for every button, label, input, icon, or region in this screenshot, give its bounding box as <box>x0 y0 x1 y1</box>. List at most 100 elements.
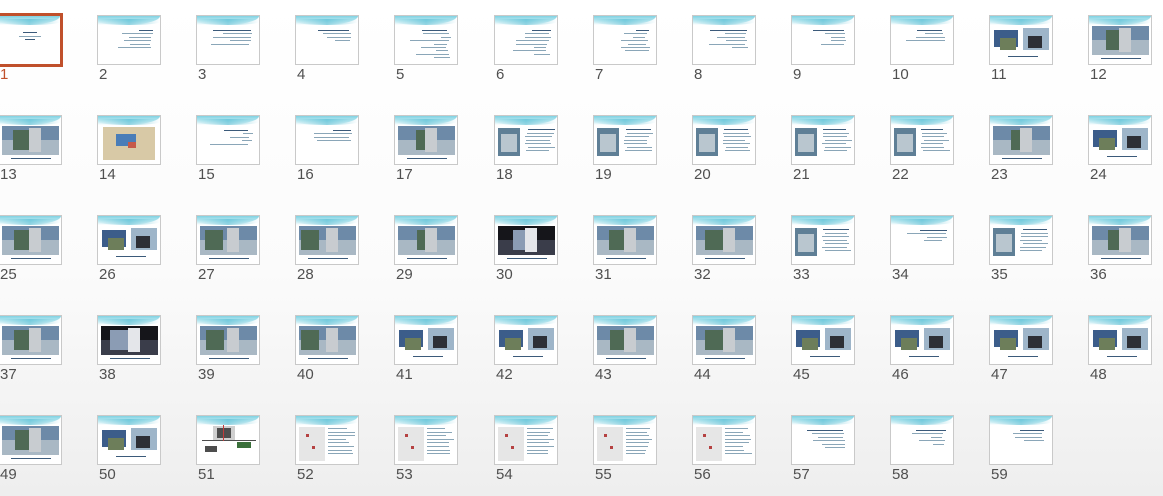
slide-thumbnail-36[interactable]: 36 <box>1088 215 1154 285</box>
slide-thumbnail-41[interactable]: 41 <box>394 315 460 385</box>
slide-thumbnail-32[interactable]: 32 <box>692 215 758 285</box>
slide-thumbnail-2[interactable]: 2 <box>97 15 163 85</box>
slide-thumbnail-27[interactable]: 27 <box>196 215 262 285</box>
slide-thumbnail-9[interactable]: 9 <box>791 15 857 85</box>
text-line <box>427 453 450 455</box>
text-line <box>527 453 548 455</box>
slide-thumbnail-47[interactable]: 47 <box>989 315 1055 385</box>
slide-thumbnail-52[interactable]: 52 <box>295 415 361 485</box>
slide-thumbnail-20[interactable]: 20 <box>692 115 758 185</box>
slide-thumbnail-30[interactable]: 30 <box>494 215 560 285</box>
slide-thumbnail-8[interactable]: 8 <box>692 15 758 85</box>
slide-thumbnail-25[interactable]: 25 <box>0 215 64 285</box>
slide-image <box>525 228 537 252</box>
slide-thumbnail-46[interactable]: 46 <box>890 315 956 385</box>
slide-thumbnail-51[interactable]: 51 <box>196 415 262 485</box>
slide-thumbnail-29[interactable]: 29 <box>394 215 460 285</box>
slide-thumbnail-35[interactable]: 35 <box>989 215 1055 285</box>
slide-thumbnail-33[interactable]: 33 <box>791 215 857 285</box>
text-line <box>825 243 849 244</box>
slide-image <box>301 330 319 350</box>
slide-thumbnail-18[interactable]: 18 <box>494 115 560 185</box>
slide-thumbnail-28[interactable]: 28 <box>295 215 361 285</box>
text-line <box>314 133 352 135</box>
slide-thumbnail-54[interactable]: 54 <box>494 415 560 485</box>
slide-thumbnail-38[interactable]: 38 <box>97 315 163 385</box>
slide-thumbnail-4[interactable]: 4 <box>295 15 361 85</box>
slide-header-wave-stripe <box>495 219 557 225</box>
slide-thumbnail-42[interactable]: 42 <box>494 315 560 385</box>
slide-thumbnail-58[interactable]: 58 <box>890 415 956 485</box>
text-line <box>407 258 447 259</box>
slide-thumbnail-19[interactable]: 19 <box>593 115 659 185</box>
slide-header-wave-stripe <box>197 119 259 125</box>
text-line <box>1008 356 1038 357</box>
slide-thumbnail-57[interactable]: 57 <box>791 415 857 485</box>
slide-sorter-panel[interactable]: 1 2 3 4 5 6 7 8 9 10 11 12 13 14 15 16 17 18 19 20 21 22 23 24 2… <box>0 0 1163 496</box>
slide-thumbnail-26[interactable]: 26 <box>97 215 163 285</box>
slide-thumbnail-45[interactable]: 45 <box>791 315 857 385</box>
slide-thumbnail-14[interactable]: 14 <box>97 115 163 185</box>
slide-thumbnail-39[interactable]: 39 <box>196 315 262 385</box>
slide-thumbnail-24[interactable]: 24 <box>1088 115 1154 185</box>
text-line <box>812 433 844 435</box>
slide-thumbnail-11[interactable]: 11 <box>989 15 1055 85</box>
slide-image <box>128 142 136 148</box>
slide-thumbnail-40[interactable]: 40 <box>295 315 361 385</box>
text-line <box>916 36 945 38</box>
slide-preview <box>0 115 62 165</box>
text-line <box>822 246 847 248</box>
slide-thumbnail-44[interactable]: 44 <box>692 315 758 385</box>
slide-thumbnail-10[interactable]: 10 <box>890 15 956 85</box>
slide-header-wave-stripe <box>693 119 755 125</box>
slide-thumbnail-43[interactable]: 43 <box>593 315 659 385</box>
slide-thumbnail-1[interactable]: 1 <box>0 13 64 85</box>
text-line <box>328 449 352 451</box>
slide-thumbnail-59[interactable]: 59 <box>989 415 1055 485</box>
slide-preview <box>295 315 359 365</box>
slide-thumbnail-17[interactable]: 17 <box>394 115 460 185</box>
slide-thumbnail-3[interactable]: 3 <box>196 15 262 85</box>
slide-thumbnail-55[interactable]: 55 <box>593 415 659 485</box>
slide-thumbnail-22[interactable]: 22 <box>890 115 956 185</box>
slide-thumbnail-34[interactable]: 34 <box>890 215 956 285</box>
slide-thumbnail-37[interactable]: 37 <box>0 315 64 385</box>
slide-thumbnail-12[interactable]: 12 <box>1088 15 1154 85</box>
text-line <box>705 358 745 359</box>
slide-thumbnail-15[interactable]: 15 <box>196 115 262 185</box>
slide-image <box>301 230 319 250</box>
text-line <box>25 39 35 40</box>
slide-image <box>929 336 943 348</box>
slide-thumbnail-13[interactable]: 13 <box>0 115 64 185</box>
slide-header-wave-stripe <box>891 19 953 25</box>
text-line <box>427 435 446 437</box>
slide-preview <box>791 415 855 465</box>
slide-thumbnail-16[interactable]: 16 <box>295 115 361 185</box>
slide-thumbnail-5[interactable]: 5 <box>394 15 460 85</box>
slide-number: 20 <box>694 166 711 183</box>
text-line <box>725 428 748 429</box>
slide-thumbnail-6[interactable]: 6 <box>494 15 560 85</box>
slide-thumbnail-49[interactable]: 49 <box>0 415 64 485</box>
slide-thumbnail-23[interactable]: 23 <box>989 115 1055 185</box>
slide-number: 59 <box>991 466 1008 483</box>
slide-thumbnail-7[interactable]: 7 <box>593 15 659 85</box>
slide-thumbnail-50[interactable]: 50 <box>97 415 163 485</box>
slide-image <box>223 425 224 441</box>
text-line <box>921 129 943 130</box>
slide-thumbnail-56[interactable]: 56 <box>692 415 758 485</box>
slide-preview <box>196 215 260 265</box>
slide-image <box>699 134 715 152</box>
slide-thumbnail-53[interactable]: 53 <box>394 415 460 485</box>
slide-number: 24 <box>1090 166 1107 183</box>
text-line <box>626 431 647 433</box>
slide-thumbnail-21[interactable]: 21 <box>791 115 857 185</box>
slide-number: 32 <box>694 266 711 283</box>
slide-preview <box>295 215 359 265</box>
slide-thumbnail-48[interactable]: 48 <box>1088 315 1154 385</box>
text-line <box>1107 156 1137 157</box>
slide-image <box>610 446 613 449</box>
slide-preview <box>692 415 756 465</box>
slide-thumbnail-31[interactable]: 31 <box>593 215 659 285</box>
text-line <box>626 435 649 437</box>
